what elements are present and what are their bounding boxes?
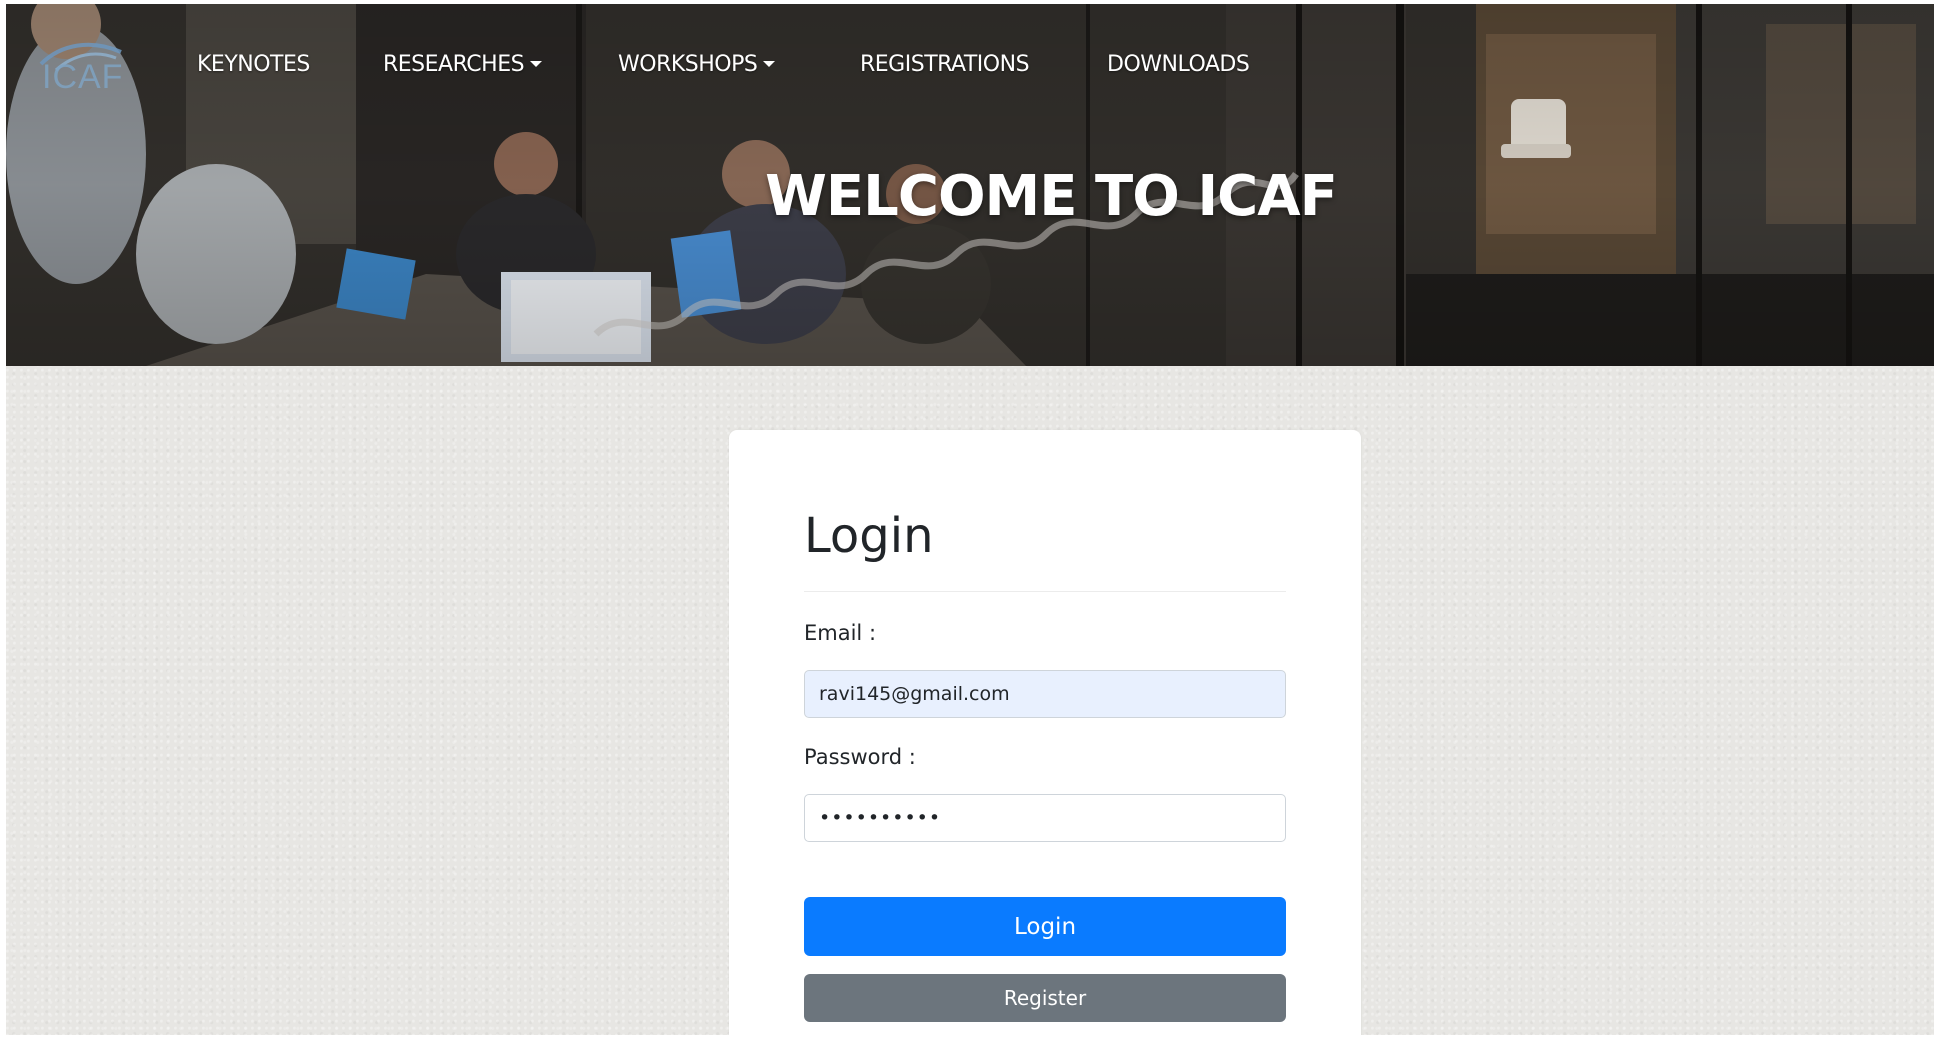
- password-label: Password :: [804, 745, 916, 769]
- nav-keynotes-label: KEYNOTES: [197, 52, 310, 77]
- login-button[interactable]: Login: [804, 897, 1286, 956]
- nav-workshops[interactable]: WORKSHOPS: [618, 52, 776, 77]
- login-title: Login: [804, 508, 934, 564]
- nav-keynotes[interactable]: KEYNOTES: [197, 52, 310, 77]
- email-label: Email :: [804, 621, 877, 645]
- hero-banner: ICAF KEYNOTES RESEARCHES WORKSHOPS REGIS…: [6, 4, 1934, 366]
- login-card: Login Email : Password : Login Register: [729, 430, 1361, 1035]
- nav-downloads-label: DOWNLOADS: [1107, 52, 1250, 77]
- email-field[interactable]: [804, 670, 1286, 718]
- register-button[interactable]: Register: [804, 974, 1286, 1022]
- nav-registrations[interactable]: REGISTRATIONS: [860, 52, 1030, 77]
- page: ICAF KEYNOTES RESEARCHES WORKSHOPS REGIS…: [6, 4, 1934, 1035]
- site-logo[interactable]: ICAF: [36, 34, 126, 104]
- hero-title: WELCOME TO ICAF: [765, 164, 1338, 229]
- nav-workshops-label: WORKSHOPS: [618, 52, 758, 77]
- nav-researches-label: RESEARCHES: [383, 52, 525, 77]
- nav-downloads[interactable]: DOWNLOADS: [1107, 52, 1250, 77]
- divider: [804, 591, 1286, 592]
- nav-registrations-label: REGISTRATIONS: [860, 52, 1030, 77]
- nav-researches[interactable]: RESEARCHES: [383, 52, 543, 77]
- caret-down-icon: [763, 61, 776, 67]
- logo-text: ICAF: [42, 58, 124, 96]
- password-field[interactable]: [804, 794, 1286, 842]
- caret-down-icon: [530, 61, 543, 67]
